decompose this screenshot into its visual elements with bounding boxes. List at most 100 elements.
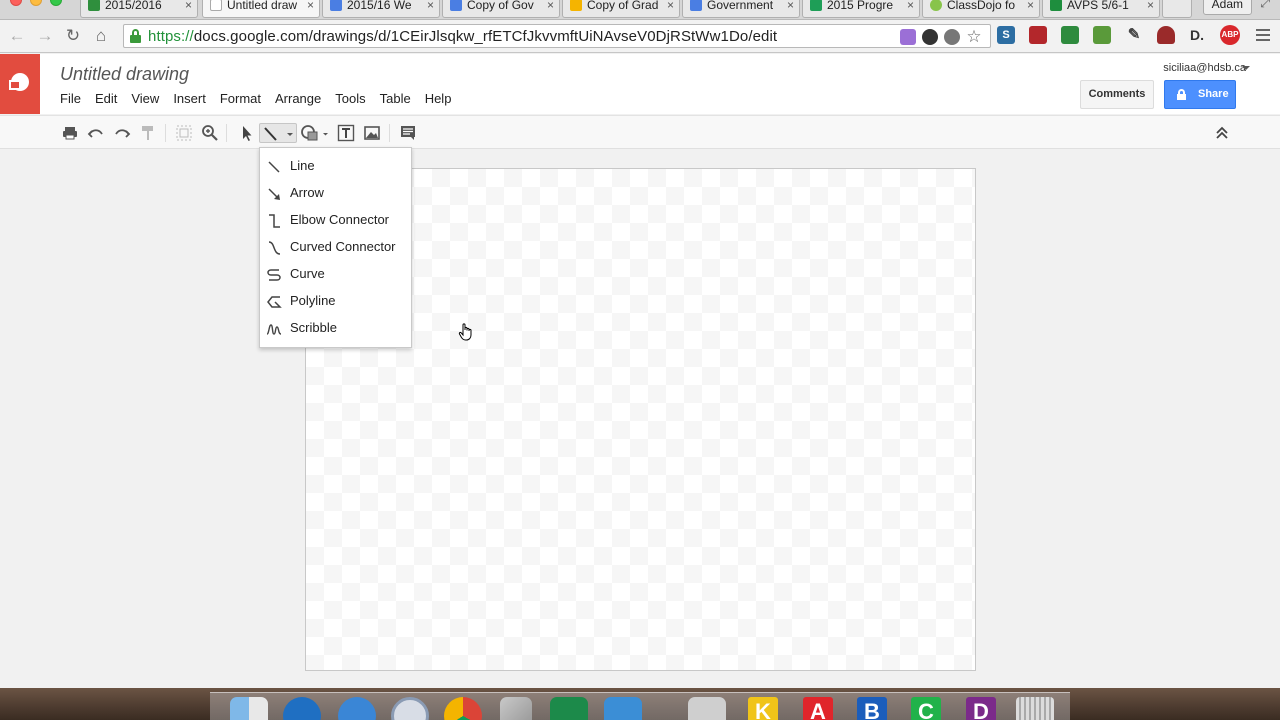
- window-zoom-button[interactable]: [50, 0, 62, 6]
- s-extension-icon[interactable]: S: [997, 26, 1015, 44]
- menu-option-line[interactable]: Line: [260, 153, 411, 180]
- comment-icon[interactable]: [398, 123, 418, 143]
- lock-icon: [1177, 89, 1186, 100]
- trash-icon[interactable]: [1016, 697, 1054, 720]
- maps-app-icon[interactable]: [550, 697, 588, 720]
- undo-icon[interactable]: [86, 123, 106, 143]
- url-text[interactable]: https://docs.google.com/drawings/d/1CEir…: [148, 28, 777, 45]
- zoom-icon[interactable]: [200, 123, 220, 143]
- menu-option-curve[interactable]: Curve: [260, 261, 411, 288]
- collapse-chevron-icon[interactable]: [1212, 123, 1232, 143]
- address-bar[interactable]: https://docs.google.com/drawings/d/1CEir…: [123, 24, 991, 48]
- select-pointer-icon[interactable]: [236, 123, 256, 143]
- menu-option-polyline[interactable]: Polyline: [260, 288, 411, 315]
- browser-tab[interactable]: Copy of Gov ×: [442, 0, 560, 18]
- tab-close-icon[interactable]: ×: [787, 0, 794, 14]
- finder-icon[interactable]: [230, 697, 268, 720]
- film-extension-icon[interactable]: [1029, 26, 1047, 44]
- tab-close-icon[interactable]: ×: [667, 0, 674, 14]
- window-close-button[interactable]: [10, 0, 22, 6]
- fit-zoom-icon[interactable]: [174, 123, 194, 143]
- menu-insert[interactable]: Insert: [166, 90, 213, 108]
- evernote-extension-icon[interactable]: [1093, 26, 1111, 44]
- chair-extension-icon[interactable]: [1157, 26, 1175, 44]
- chrome-menu-icon[interactable]: [1256, 29, 1270, 44]
- docs-icon: [690, 0, 702, 11]
- menu-option-elbow-connector[interactable]: Elbow Connector: [260, 207, 411, 234]
- tab-close-icon[interactable]: ×: [427, 0, 434, 14]
- menu-file[interactable]: File: [60, 90, 88, 108]
- tab-close-icon[interactable]: ×: [307, 0, 314, 14]
- window-minimize-button[interactable]: [30, 0, 42, 6]
- document-title[interactable]: Untitled drawing: [60, 64, 189, 85]
- tab-close-icon[interactable]: ×: [1147, 0, 1154, 14]
- menu-format[interactable]: Format: [213, 90, 268, 108]
- home-icon[interactable]: ⌂: [91, 26, 111, 46]
- print-icon[interactable]: [60, 123, 80, 143]
- dock-app-k[interactable]: K: [748, 697, 778, 720]
- bookmark-star-icon[interactable]: ☆: [966, 28, 982, 45]
- menu-view[interactable]: View: [124, 90, 166, 108]
- menu-arrange[interactable]: Arrange: [268, 90, 328, 108]
- location-icon[interactable]: [944, 29, 960, 45]
- comments-button[interactable]: Comments: [1080, 80, 1154, 109]
- redo-icon[interactable]: [112, 123, 132, 143]
- menu-help[interactable]: Help: [418, 90, 459, 108]
- slides-icon: [570, 0, 582, 11]
- feather-app-icon[interactable]: [500, 697, 532, 720]
- browser-tab[interactable]: AVPS 5/6-1 ×: [1042, 0, 1160, 18]
- docs-icon: [450, 0, 462, 11]
- textedit-icon[interactable]: [604, 697, 642, 720]
- line-icon: [268, 161, 280, 173]
- account-email[interactable]: siciliaa@hdsb.ca: [1163, 62, 1246, 74]
- elbow-connector-icon: [269, 214, 280, 228]
- reload-icon[interactable]: ↻: [63, 26, 83, 46]
- profile-chip[interactable]: Adam: [1202, 0, 1252, 15]
- fullscreen-icon[interactable]: ⤢: [1260, 0, 1270, 11]
- docs-header: Untitled drawing File Edit View Insert F…: [0, 54, 1280, 114]
- paint-format-icon[interactable]: [138, 123, 158, 143]
- dock-app-d[interactable]: D: [966, 697, 996, 720]
- image-icon[interactable]: [362, 123, 382, 143]
- tab-close-icon[interactable]: ×: [185, 0, 192, 14]
- browser-tab[interactable]: 2015/16 We ×: [322, 0, 440, 18]
- browser-tab[interactable]: 2015 Progre ×: [802, 0, 920, 18]
- browser-tab[interactable]: 2015/2016 ×: [80, 0, 198, 18]
- line-tool-button[interactable]: [259, 123, 297, 143]
- pen-extension-icon[interactable]: ✎: [1125, 26, 1143, 44]
- dock-app-b[interactable]: B: [857, 697, 887, 720]
- browser-tab[interactable]: Government ×: [682, 0, 800, 18]
- menu-option-arrow[interactable]: Arrow: [260, 180, 411, 207]
- adblock-icon[interactable]: ABP: [1220, 25, 1240, 45]
- tab-close-icon[interactable]: ×: [547, 0, 554, 14]
- drive-disk-icon[interactable]: [688, 697, 726, 720]
- browser-tab-active[interactable]: Untitled draw ×: [202, 0, 320, 18]
- share-button[interactable]: Share: [1164, 80, 1236, 109]
- new-tab-button[interactable]: [1162, 0, 1192, 18]
- drawing-toolbar: [0, 115, 1280, 149]
- back-icon[interactable]: ←: [7, 26, 27, 46]
- menu-edit[interactable]: Edit: [88, 90, 124, 108]
- secure-lock-icon: [130, 29, 141, 43]
- browser-tab[interactable]: Copy of Grad ×: [562, 0, 680, 18]
- camera-icon[interactable]: [922, 29, 938, 45]
- account-caret-icon[interactable]: [1242, 66, 1250, 70]
- forward-icon[interactable]: →: [35, 26, 55, 46]
- drawings-logo-icon[interactable]: [0, 54, 40, 114]
- sheets-icon: [810, 0, 822, 11]
- scribble-icon: [266, 324, 282, 335]
- menu-tools[interactable]: Tools: [328, 90, 372, 108]
- dock-app-a[interactable]: A: [803, 697, 833, 720]
- browser-tab[interactable]: ClassDojo fo ×: [922, 0, 1040, 18]
- text-box-icon[interactable]: [336, 123, 356, 143]
- menu-table[interactable]: Table: [373, 90, 418, 108]
- menu-option-curved-connector[interactable]: Curved Connector: [260, 234, 411, 261]
- classroom-extension-icon[interactable]: [1061, 26, 1079, 44]
- tab-close-icon[interactable]: ×: [907, 0, 914, 14]
- tab-close-icon[interactable]: ×: [1027, 0, 1034, 14]
- menu-option-scribble[interactable]: Scribble: [260, 315, 411, 342]
- drawing-app-icon[interactable]: [900, 29, 916, 45]
- d-extension-icon[interactable]: D.: [1188, 26, 1206, 44]
- dock-app-c[interactable]: C: [911, 697, 941, 720]
- shape-tool-button[interactable]: [299, 123, 331, 143]
